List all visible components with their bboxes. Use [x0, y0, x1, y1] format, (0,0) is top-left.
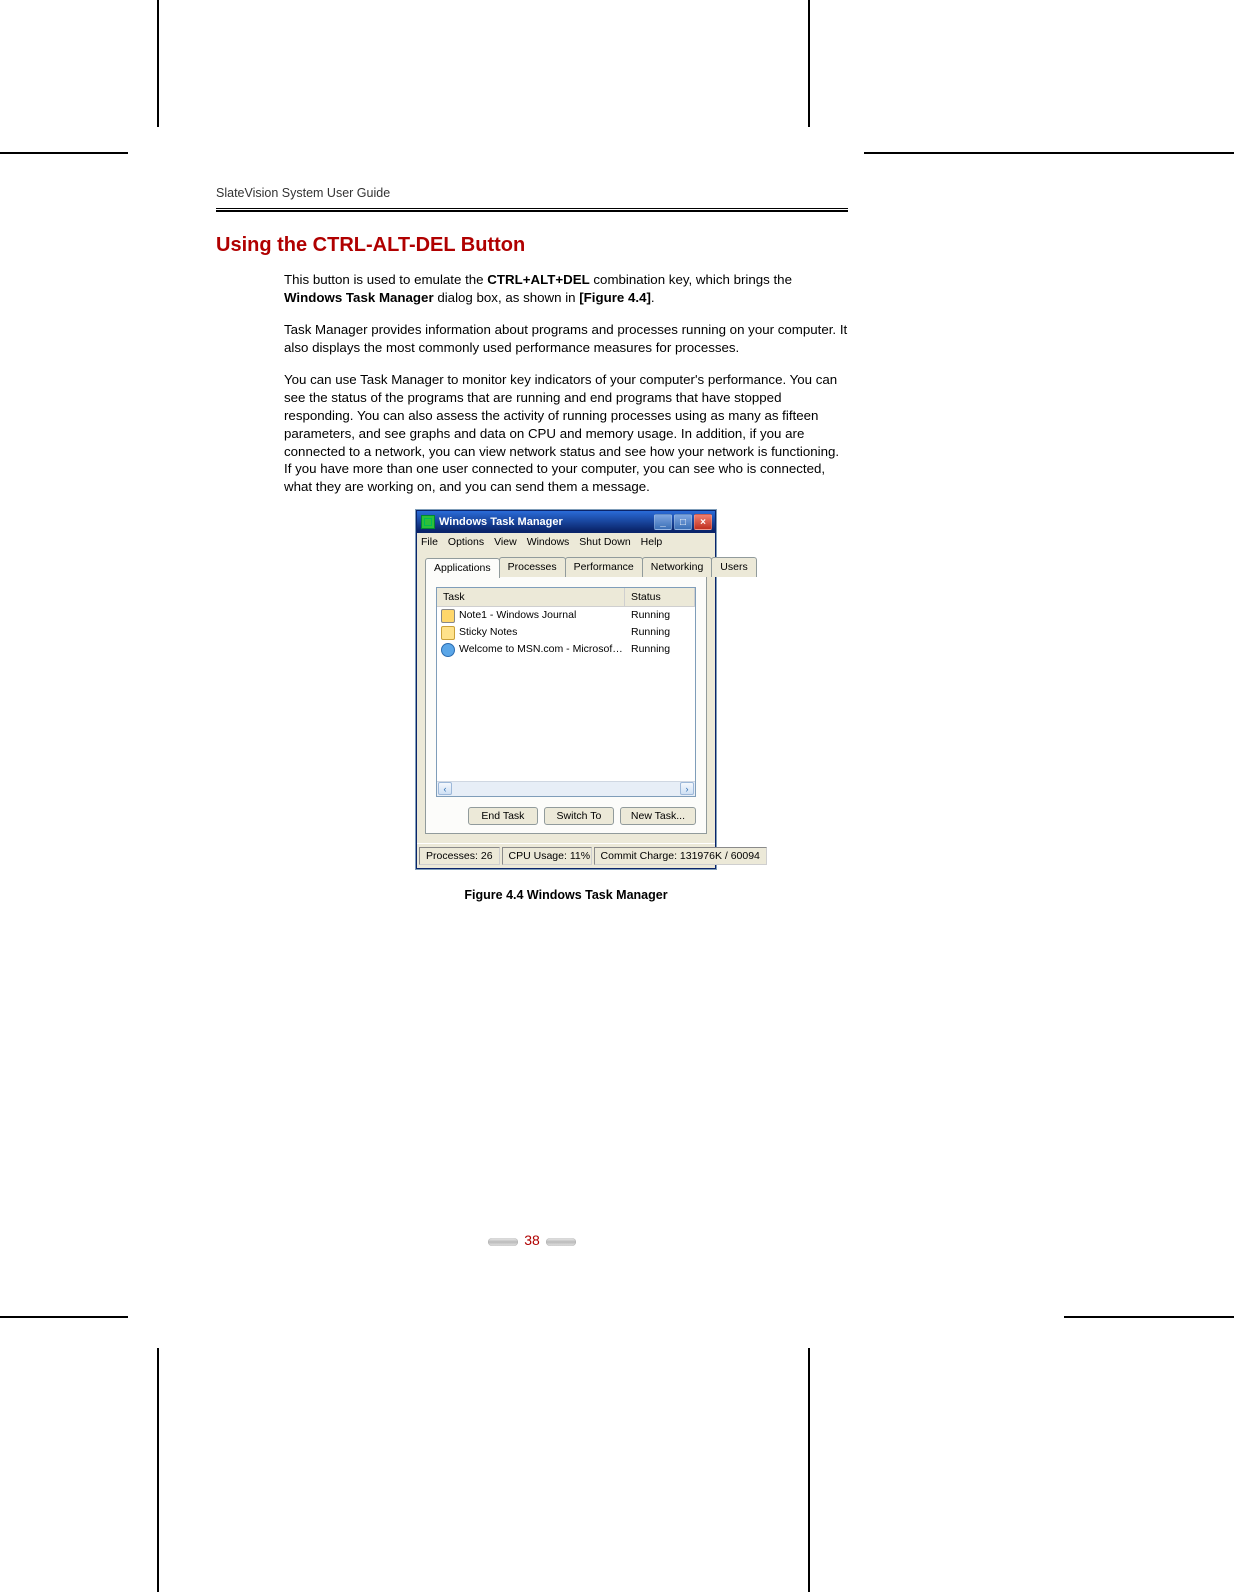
paragraph-2: Task Manager provides information about …: [284, 321, 848, 357]
crop-mark: [0, 152, 128, 154]
bold-text: Windows Task Manager: [284, 290, 434, 305]
crop-mark: [157, 1348, 159, 1592]
column-status[interactable]: Status: [625, 588, 695, 606]
figure-caption: Figure 4.4 Windows Task Manager: [284, 887, 848, 904]
app-row-icon: [441, 626, 455, 640]
tab-networking[interactable]: Networking: [642, 557, 713, 576]
horizontal-scrollbar[interactable]: ‹ ›: [437, 781, 695, 796]
crop-mark: [157, 0, 159, 127]
row-status: Running: [625, 608, 695, 623]
close-button[interactable]: ×: [694, 514, 712, 530]
minimize-button[interactable]: _: [654, 514, 672, 530]
menu-options[interactable]: Options: [448, 535, 484, 549]
tab-panel: Task Status Note1 - Windows Journal Runn…: [425, 576, 707, 834]
app-row-icon: [441, 609, 455, 623]
scroll-left-icon[interactable]: ‹: [438, 782, 452, 795]
paragraph-3: You can use Task Manager to monitor key …: [284, 371, 848, 497]
menu-shutdown[interactable]: Shut Down: [579, 535, 630, 549]
app-row-icon: [441, 643, 455, 657]
page-number: 38: [488, 1232, 576, 1248]
bold-text: CTRL+ALT+DEL: [487, 272, 589, 287]
table-row[interactable]: Note1 - Windows Journal Running: [437, 607, 695, 624]
text: This button is used to emulate the: [284, 272, 487, 287]
action-buttons: End Task Switch To New Task...: [436, 807, 696, 825]
table-row[interactable]: Sticky Notes Running: [437, 624, 695, 641]
list-rows: Note1 - Windows Journal Running Sticky N…: [437, 607, 695, 781]
row-task: Note1 - Windows Journal: [459, 608, 625, 623]
tab-users[interactable]: Users: [711, 557, 756, 576]
figure-ref: [Figure 4.4]: [579, 290, 651, 305]
crop-mark: [864, 152, 1234, 154]
list-header[interactable]: Task Status: [437, 588, 695, 607]
body-text: This button is used to emulate the CTRL+…: [284, 271, 848, 904]
switch-to-button[interactable]: Switch To: [544, 807, 614, 825]
row-task: Welcome to MSN.com - Microsoft Internet …: [459, 642, 625, 657]
row-status: Running: [625, 642, 695, 657]
status-cpu: CPU Usage: 11%: [502, 847, 592, 865]
table-row[interactable]: Welcome to MSN.com - Microsoft Internet …: [437, 641, 695, 658]
task-manager-window: Windows Task Manager _ □ × File Options …: [416, 510, 716, 869]
window-title: Windows Task Manager: [439, 515, 563, 530]
text: combination key, which brings the: [590, 272, 792, 287]
window-titlebar[interactable]: Windows Task Manager _ □ ×: [417, 511, 715, 533]
end-task-button[interactable]: End Task: [468, 807, 538, 825]
text: .: [651, 290, 655, 305]
crop-mark: [808, 1348, 810, 1592]
menu-windows[interactable]: Windows: [527, 535, 570, 549]
tab-performance[interactable]: Performance: [565, 557, 643, 576]
section-heading: Using the CTRL-ALT-DEL Button: [216, 234, 848, 257]
window-client: Applications Processes Performance Netwo…: [417, 551, 715, 842]
crop-mark: [0, 1316, 128, 1318]
app-icon: [421, 515, 435, 529]
crop-mark: [808, 0, 810, 127]
crop-mark: [1064, 1316, 1234, 1318]
task-list[interactable]: Task Status Note1 - Windows Journal Runn…: [436, 587, 696, 797]
page-footer: 38: [216, 1232, 848, 1248]
running-head: SlateVision System User Guide: [216, 186, 848, 206]
maximize-button[interactable]: □: [674, 514, 692, 530]
tab-strip: Applications Processes Performance Netwo…: [425, 557, 707, 576]
new-task-button[interactable]: New Task...: [620, 807, 696, 825]
tab-applications[interactable]: Applications: [425, 558, 500, 577]
menu-bar: File Options View Windows Shut Down Help: [417, 533, 715, 551]
row-task: Sticky Notes: [459, 625, 625, 640]
text: dialog box, as shown in: [434, 290, 580, 305]
row-status: Running: [625, 625, 695, 640]
menu-view[interactable]: View: [494, 535, 517, 549]
page-content: SlateVision System User Guide Using the …: [216, 186, 848, 904]
scroll-right-icon[interactable]: ›: [680, 782, 694, 795]
column-task[interactable]: Task: [437, 588, 625, 606]
status-bar: Processes: 26 CPU Usage: 11% Commit Char…: [417, 843, 715, 868]
status-processes: Processes: 26: [419, 847, 500, 865]
menu-help[interactable]: Help: [641, 535, 663, 549]
status-commit: Commit Charge: 131976K / 60094: [594, 847, 767, 865]
menu-file[interactable]: File: [421, 535, 438, 549]
paragraph-1: This button is used to emulate the CTRL+…: [284, 271, 848, 307]
tab-processes[interactable]: Processes: [499, 557, 566, 576]
